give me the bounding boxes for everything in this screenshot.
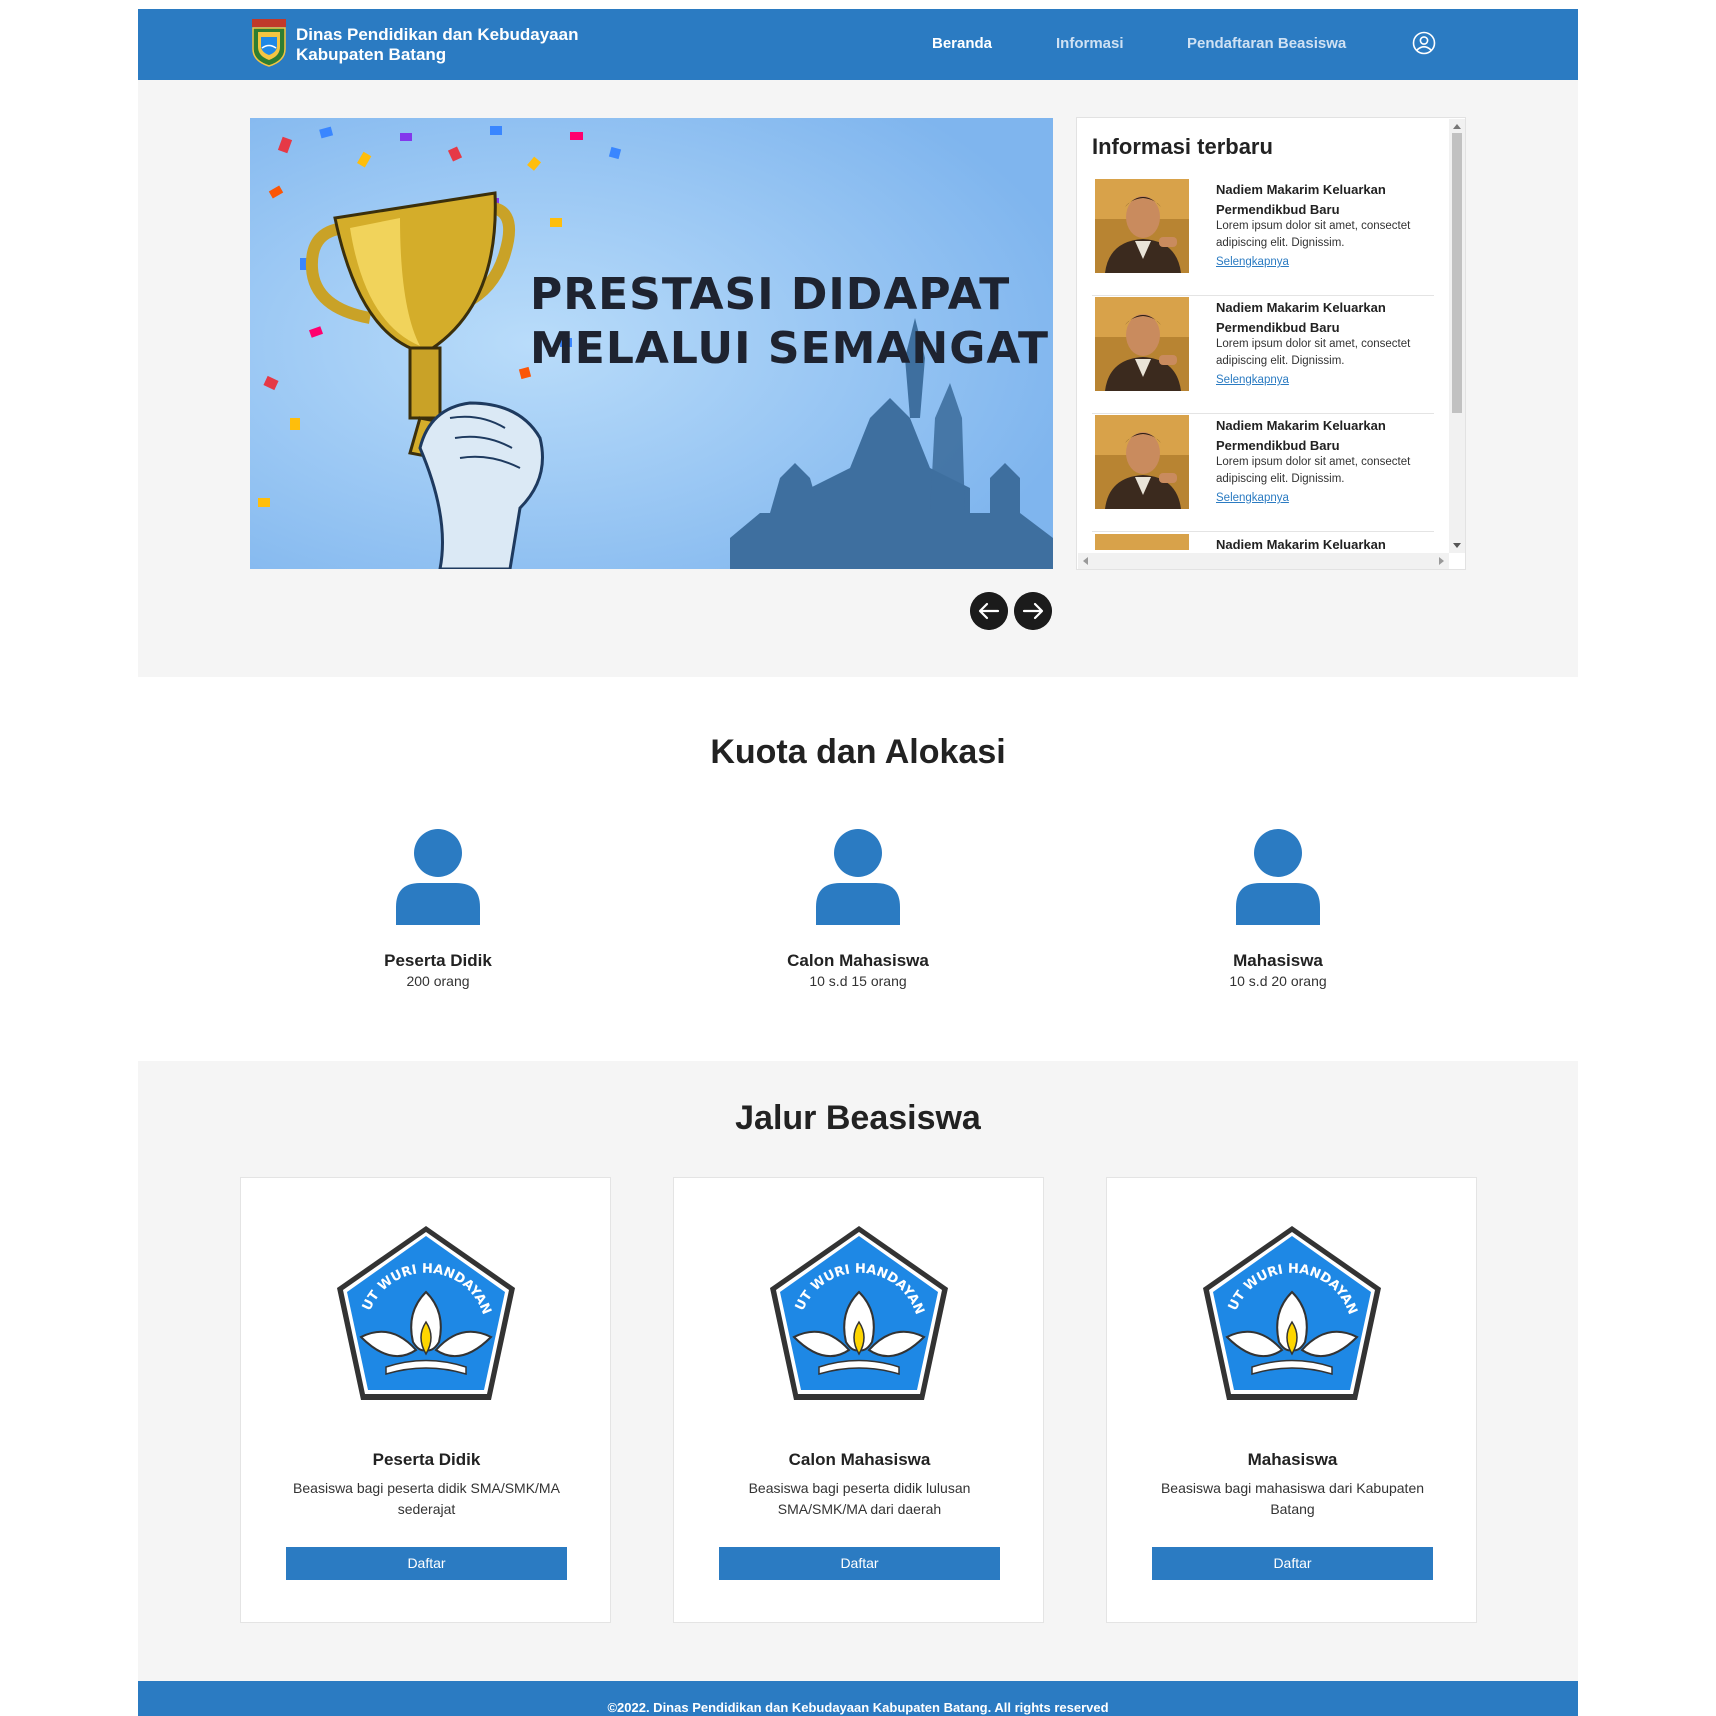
news-headline[interactable]: Nadiem Makarim Keluarkan — [1216, 535, 1426, 550]
daftar-button[interactable]: Daftar — [1152, 1547, 1433, 1580]
jalur-section-title: Jalur Beasiswa — [735, 1099, 981, 1137]
quota-name: Peserta Didik — [384, 951, 492, 970]
card-description: Beasiswa bagi peserta didik lulusan SMA/… — [748, 1480, 971, 1517]
user-icon — [816, 829, 900, 925]
news-item[interactable]: Nadiem Makarim Keluarkan Permendikbud Ba… — [1092, 414, 1434, 532]
jalur-card-peserta-didik: TUT WURI HANDAYANI Peserta Didik Beasisw… — [240, 1177, 611, 1623]
tut-wuri-handayani-logo-icon: TUT WURI HANDAYANI — [1197, 1222, 1381, 1400]
tut-wuri-handayani-logo-icon: TUT WURI HANDAYANI — [764, 1222, 948, 1400]
brand-line-2: Kabupaten Batang — [296, 45, 447, 64]
news-headline[interactable]: Nadiem Makarim Keluarkan Permendikbud Ba… — [1216, 180, 1426, 220]
scroll-right-icon[interactable] — [1439, 557, 1445, 565]
jalur-section: Jalur Beasiswa TUT WURI HANDAYANI Pesert… — [138, 1061, 1578, 1691]
quota-value: 10 s.d 15 orang — [809, 973, 907, 989]
quota-item-mahasiswa: Mahasiswa 10 s.d 20 orang — [1128, 829, 1428, 989]
news-excerpt: Lorem ipsum dolor sit amet, consectet ad… — [1216, 338, 1411, 367]
vertical-scrollbar[interactable] — [1449, 119, 1465, 553]
card-title: Peserta Didik — [372, 1450, 481, 1469]
arrow-right-icon[interactable] — [1014, 592, 1052, 630]
banner-line-1: PRESTASI DIDAPAT — [530, 269, 1011, 320]
news-thumbnail[interactable] — [1095, 534, 1189, 550]
news-thumbnail[interactable] — [1095, 415, 1189, 509]
card-title: Calon Mahasiswa — [788, 1450, 931, 1469]
news-thumbnail[interactable] — [1095, 297, 1189, 391]
navbar: Dinas Pendidikan dan Kebudayaan Kabupate… — [138, 9, 1578, 80]
quota-name: Mahasiswa — [1233, 951, 1323, 970]
news-headline[interactable]: Nadiem Makarim Keluarkan Permendikbud Ba… — [1216, 298, 1426, 338]
vertical-scroll-thumb[interactable] — [1452, 133, 1462, 413]
batang-regency-crest-icon[interactable] — [250, 19, 288, 67]
daftar-button[interactable]: Daftar — [286, 1547, 567, 1580]
quota-name: Calon Mahasiswa — [787, 951, 929, 970]
card-description: Beasiswa bagi peserta didik SMA/SMK/MA s… — [293, 1480, 560, 1517]
news-thumbnail[interactable] — [1095, 179, 1189, 273]
brand-title[interactable]: Dinas Pendidikan dan Kebudayaan Kabupate… — [296, 25, 578, 65]
read-more-link[interactable]: Selengkapnya — [1216, 374, 1289, 386]
nav-link-beranda[interactable]: Beranda — [932, 35, 992, 52]
scroll-left-icon[interactable] — [1082, 557, 1088, 565]
user-circle-icon[interactable] — [1412, 31, 1436, 55]
read-more-link[interactable]: Selengkapnya — [1216, 256, 1289, 268]
quota-value: 10 s.d 20 orang — [1229, 973, 1327, 989]
page-frame: Dinas Pendidikan dan Kebudayaan Kabupate… — [138, 9, 1578, 1716]
quota-item-calon-mahasiswa: Calon Mahasiswa 10 s.d 15 orang — [708, 829, 1008, 989]
quota-item-peserta-didik: Peserta Didik 200 orang — [288, 829, 588, 989]
nav-link-informasi[interactable]: Informasi — [1056, 35, 1124, 52]
scroll-down-icon[interactable] — [1453, 543, 1461, 549]
horizontal-scrollbar[interactable] — [1078, 553, 1449, 569]
kuota-section-title: Kuota dan Alokasi — [710, 733, 1006, 771]
arrow-left-icon[interactable] — [970, 592, 1008, 630]
banner-headline: PRESTASI DIDAPAT MELALUI SEMANGAT — [530, 268, 1049, 376]
news-item[interactable]: Nadiem Makarim Keluarkan — [1092, 533, 1434, 550]
scroll-up-icon[interactable] — [1453, 123, 1461, 129]
news-item[interactable]: Nadiem Makarim Keluarkan Permendikbud Ba… — [1092, 296, 1434, 414]
news-list[interactable]: Nadiem Makarim Keluarkan Permendikbud Ba… — [1092, 178, 1434, 550]
news-excerpt: Lorem ipsum dolor sit amet, consectet ad… — [1216, 456, 1411, 485]
user-icon — [1236, 829, 1320, 925]
news-panel-title: Informasi terbaru — [1092, 134, 1273, 159]
banner-line-2: MELALUI SEMANGAT — [530, 323, 1049, 374]
read-more-link[interactable]: Selengkapnya — [1216, 492, 1289, 504]
footer: ©2022. Dinas Pendidikan dan Kebudayaan K… — [138, 1681, 1578, 1716]
news-headline[interactable]: Nadiem Makarim Keluarkan Permendikbud Ba… — [1216, 416, 1426, 456]
hero-section: PRESTASI DIDAPAT MELALUI SEMANGAT Inform… — [138, 80, 1578, 677]
card-description: Beasiswa bagi mahasiswa dari Kabupaten B… — [1160, 1480, 1425, 1517]
jalur-card-mahasiswa: TUT WURI HANDAYANI Mahasiswa Beasiswa ba… — [1106, 1177, 1477, 1623]
news-item[interactable]: Nadiem Makarim Keluarkan Permendikbud Ba… — [1092, 178, 1434, 296]
card-title: Mahasiswa — [1247, 1450, 1338, 1469]
user-icon — [396, 829, 480, 925]
daftar-button[interactable]: Daftar — [719, 1547, 1000, 1580]
brand-line-1: Dinas Pendidikan dan Kebudayaan — [296, 25, 579, 44]
hero-banner: PRESTASI DIDAPAT MELALUI SEMANGAT — [250, 118, 1053, 569]
quota-value: 200 orang — [406, 973, 470, 989]
news-excerpt: Lorem ipsum dolor sit amet, consectet ad… — [1216, 220, 1411, 249]
tut-wuri-handayani-logo-icon: TUT WURI HANDAYANI — [331, 1222, 515, 1400]
nav-link-pendaftaran-beasiswa[interactable]: Pendaftaran Beasiswa — [1187, 35, 1346, 52]
footer-copyright: ©2022. Dinas Pendidikan dan Kebudayaan K… — [607, 1700, 1109, 1715]
jalur-card-calon-mahasiswa: TUT WURI HANDAYANI Calon Mahasiswa Beasi… — [673, 1177, 1044, 1623]
news-panel: Informasi terbaru Nadiem Makarim Keluark… — [1076, 117, 1466, 570]
